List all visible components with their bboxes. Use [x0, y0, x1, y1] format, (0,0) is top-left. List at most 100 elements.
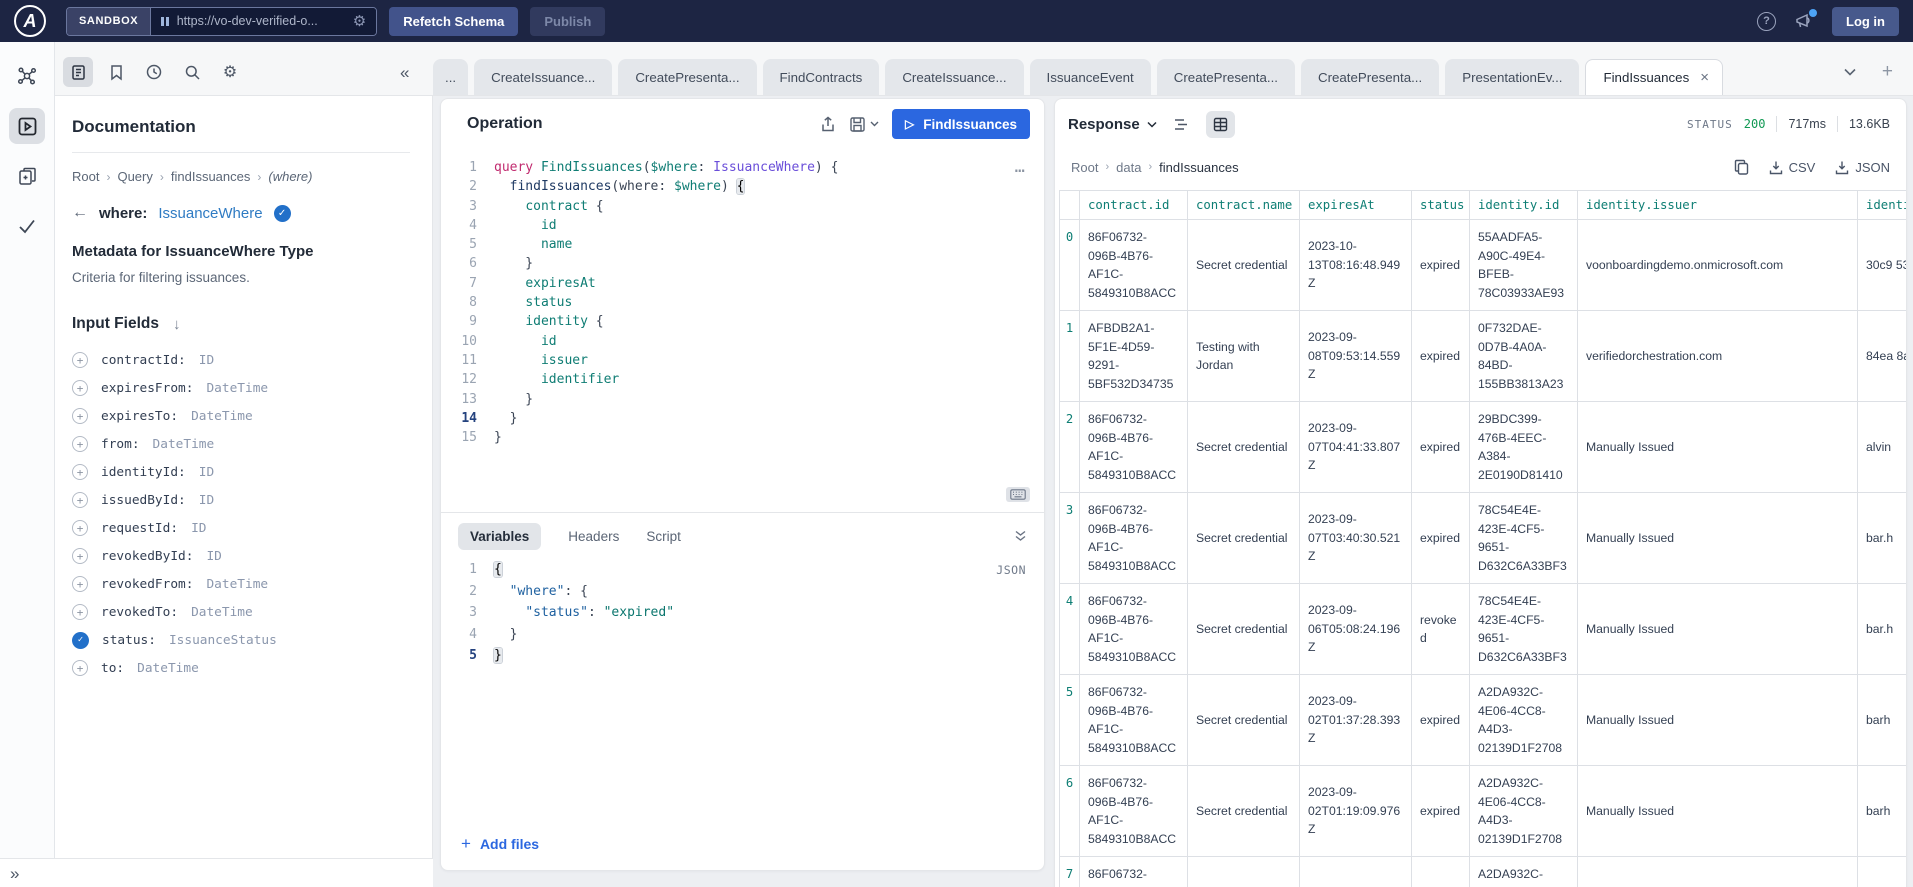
code-line[interactable]: 2 findIssuances(where: $where) { — [441, 177, 1044, 196]
field-type[interactable]: DateTime — [206, 381, 268, 396]
help-icon[interactable]: ? — [1757, 12, 1776, 31]
copy-icon[interactable] — [1734, 159, 1749, 175]
login-button[interactable]: Log in — [1832, 7, 1899, 36]
run-operation-button[interactable]: ▷ FindIssuances — [892, 109, 1030, 139]
tab[interactable]: CreatePresenta... — [1157, 59, 1295, 95]
table-row[interactable]: 686F06732-096B-4B76-AF1C-5849310B8ACCSec… — [1060, 766, 1907, 857]
tab-variables[interactable]: Variables — [458, 523, 541, 550]
chevron-down-icon[interactable] — [1844, 68, 1856, 76]
code-line[interactable]: 9 identity { — [441, 312, 1044, 331]
field-type[interactable]: DateTime — [206, 577, 268, 592]
keyboard-icon[interactable] — [1006, 487, 1030, 502]
add-field-plus-icon[interactable]: + — [72, 436, 88, 452]
field-type[interactable]: IssuanceStatus — [169, 633, 277, 648]
refetch-schema-button[interactable]: Refetch Schema — [389, 7, 518, 36]
field-name[interactable]: identityId — [101, 465, 186, 480]
field-name[interactable]: expiresTo — [101, 409, 178, 424]
apollo-logo[interactable]: A — [14, 5, 46, 37]
tab[interactable]: IssuanceEvent — [1030, 59, 1151, 95]
field-name[interactable]: to — [101, 661, 124, 676]
add-files-button[interactable]: + Add files — [441, 834, 1044, 870]
add-field-plus-icon[interactable]: + — [72, 520, 88, 536]
save-icon[interactable] — [849, 116, 866, 133]
code-line[interactable]: 15} — [441, 428, 1044, 447]
add-field-plus-icon[interactable]: + — [72, 660, 88, 676]
explorer-icon[interactable] — [9, 108, 45, 144]
field-type[interactable]: ID — [191, 521, 206, 536]
code-line[interactable]: 2 "where": { — [441, 581, 1044, 603]
tab-headers[interactable]: Headers — [568, 529, 619, 544]
download-csv-button[interactable]: CSV — [1769, 160, 1816, 175]
field-name[interactable]: revokedById — [101, 549, 193, 564]
code-line[interactable]: 10 id — [441, 332, 1044, 351]
column-header[interactable]: contract.id — [1080, 191, 1188, 220]
add-field-plus-icon[interactable]: + — [72, 548, 88, 564]
column-header[interactable]: identity.id — [1470, 191, 1578, 220]
endpoint-input[interactable]: https://vo-dev-verified-o... ⚙ — [151, 8, 376, 35]
code-line[interactable]: 4 } — [441, 624, 1044, 646]
list-view-icon[interactable] — [1167, 111, 1196, 138]
code-line[interactable]: 11 issuer — [441, 351, 1044, 370]
field-type[interactable]: DateTime — [191, 409, 253, 424]
save-chevron-down-icon[interactable] — [870, 121, 879, 127]
download-json-button[interactable]: JSON — [1835, 160, 1890, 175]
megaphone-icon[interactable] — [1794, 12, 1814, 30]
down-arrow-icon[interactable]: ↓ — [173, 316, 181, 333]
add-field-plus-icon[interactable]: + — [72, 380, 88, 396]
code-line[interactable]: 5 name — [441, 235, 1044, 254]
column-header[interactable]: expiresAt — [1300, 191, 1412, 220]
field-name[interactable]: status — [102, 633, 156, 648]
field-name[interactable]: issuedById — [101, 493, 186, 508]
changelog-icon[interactable] — [9, 158, 45, 194]
field-type-link[interactable]: IssuanceWhere — [158, 205, 262, 222]
share-icon[interactable] — [820, 116, 836, 133]
back-arrow-icon[interactable]: ← — [72, 204, 88, 222]
table-row[interactable]: 586F06732-096B-4B76-AF1C-5849310B8ACCSec… — [1060, 675, 1907, 766]
connection-settings-gear-icon[interactable]: ⚙ — [353, 12, 366, 30]
tab-script[interactable]: Script — [646, 529, 681, 544]
operation-editor[interactable]: ⋯ 1query FindIssuances($where: IssuanceW… — [441, 149, 1044, 512]
checklist-icon[interactable] — [9, 208, 45, 244]
table-view-icon[interactable] — [1206, 111, 1235, 138]
tab[interactable]: CreateIssuance... — [885, 59, 1023, 95]
field-name[interactable]: from — [101, 437, 140, 452]
field-type[interactable]: DateTime — [153, 437, 215, 452]
column-header[interactable]: identity.issuer — [1578, 191, 1858, 220]
code-line[interactable]: 7 expiresAt — [441, 274, 1044, 293]
breadcrumb-root[interactable]: Root — [72, 169, 99, 184]
field-name[interactable]: revokedFrom — [101, 577, 193, 592]
field-name[interactable]: expiresFrom — [101, 381, 193, 396]
table-row[interactable]: 1AFBDB2A1-5F1E-4D59-9291-5BF532D34735Tes… — [1060, 311, 1907, 402]
close-icon[interactable]: × — [1700, 70, 1709, 85]
publish-button[interactable]: Publish — [530, 7, 605, 36]
history-icon[interactable] — [139, 57, 169, 87]
field-type[interactable]: ID — [206, 549, 221, 564]
code-line[interactable]: 13 } — [441, 390, 1044, 409]
add-field-plus-icon[interactable]: + — [72, 604, 88, 620]
code-line[interactable]: 5} — [441, 645, 1044, 667]
table-row[interactable]: 786F06732-A2DA932C- — [1060, 857, 1907, 887]
tab[interactable]: CreateIssuance... — [474, 59, 612, 95]
table-row[interactable]: 386F06732-096B-4B76-AF1C-5849310B8ACCSec… — [1060, 493, 1907, 584]
field-type[interactable]: ID — [199, 493, 214, 508]
added-check-icon[interactable]: ✓ — [72, 632, 89, 649]
table-row[interactable]: 086F06732-096B-4B76-AF1C-5849310B8ACCSec… — [1060, 220, 1907, 311]
column-header[interactable]: identity.identifier — [1858, 191, 1907, 220]
code-line[interactable]: 3 contract { — [441, 197, 1044, 216]
field-type[interactable]: ID — [199, 465, 214, 480]
bookmark-icon[interactable] — [101, 57, 131, 87]
response-table-wrap[interactable]: contract.idcontract.nameexpiresAtstatusi… — [1059, 190, 1906, 887]
code-line[interactable]: 12 identifier — [441, 370, 1044, 389]
field-name[interactable]: requestId — [101, 521, 178, 536]
breadcrumb-data[interactable]: data — [1116, 160, 1141, 175]
field-type[interactable]: DateTime — [137, 661, 199, 676]
code-line[interactable]: 8 status — [441, 293, 1044, 312]
variables-editor[interactable]: JSON 1{2 "where": {3 "status": "expired"… — [441, 559, 1044, 834]
table-row[interactable]: 486F06732-096B-4B76-AF1C-5849310B8ACCSec… — [1060, 584, 1907, 675]
add-field-plus-icon[interactable]: + — [72, 464, 88, 480]
collapse-variables-icon[interactable] — [1014, 530, 1027, 542]
tab[interactable]: FindContracts — [763, 59, 880, 95]
field-name[interactable]: revokedTo — [101, 605, 178, 620]
add-field-plus-icon[interactable]: + — [72, 352, 88, 368]
graph-icon[interactable] — [9, 58, 45, 94]
